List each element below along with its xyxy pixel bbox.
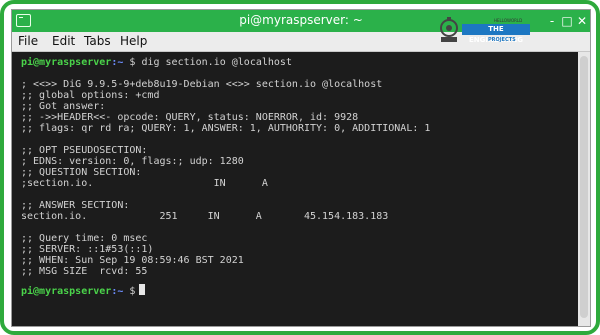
menu-help[interactable]: Help [120, 34, 147, 48]
engineering-projects-logo: HELLOWORLD THE ENGINEERING PROJECTS [432, 10, 532, 50]
robot-gear-icon [440, 17, 458, 42]
output-line: ;section.io. IN A [21, 178, 268, 189]
command-text: dig section.io @localhost [141, 57, 292, 68]
prompt-user: pi@myraspserver [21, 286, 112, 297]
scrollbar-thumb[interactable] [580, 56, 588, 318]
prompt-symbol: $ [129, 286, 136, 297]
maximize-button[interactable]: □ [559, 13, 575, 29]
prompt-path: :~ [111, 286, 124, 297]
output-line: ;; MSG SIZE rcvd: 55 [21, 266, 148, 277]
prompt-user: pi@myraspserver [21, 57, 112, 68]
minimize-button[interactable]: - [544, 13, 560, 29]
logo-name: THE ENGINEERING [462, 24, 530, 44]
vertical-scrollbar[interactable] [578, 52, 590, 326]
active-prompt-line: pi@myraspserver:~ $ [21, 284, 146, 297]
text-cursor [139, 284, 146, 295]
terminal-output[interactable]: pi@myraspserver:~ $ dig section.io @loca… [12, 52, 578, 326]
output-line: section.io. 251 IN A 45.154.183.183 [21, 211, 389, 222]
menu-file[interactable]: File [18, 34, 38, 48]
screenshot-frame: pi@myraspserver: ~ - □ ✕ File Edit Tabs … [0, 0, 600, 335]
menu-edit[interactable]: Edit [52, 34, 75, 48]
logo-tagline: HELLOWORLD [494, 18, 523, 23]
prompt-path: :~ [111, 57, 124, 68]
prompt-symbol: $ [129, 57, 136, 68]
output-line: ;; flags: qr rd ra; QUERY: 1, ANSWER: 1,… [21, 123, 431, 134]
menu-tabs[interactable]: Tabs [84, 34, 111, 48]
terminal-window: pi@myraspserver: ~ - □ ✕ File Edit Tabs … [12, 10, 590, 326]
close-button[interactable]: ✕ [574, 13, 590, 29]
logo-sub: PROJECTS [488, 37, 516, 43]
command-line: pi@myraspserver:~ $ dig section.io @loca… [21, 57, 292, 69]
